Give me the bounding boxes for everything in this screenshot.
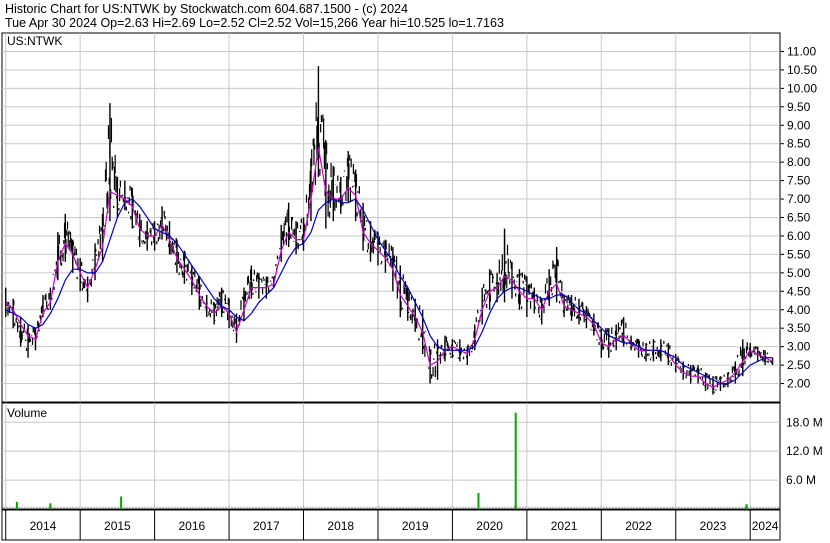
year-label: 2018 xyxy=(327,519,354,533)
year-label: 2014 xyxy=(30,519,57,533)
price-tick-label: 2.00 xyxy=(787,377,811,391)
price-tick-label: 10.50 xyxy=(787,63,817,77)
year-label: 2023 xyxy=(700,519,727,533)
price-tick-label: 5.00 xyxy=(787,266,811,280)
price-tick-label: 4.50 xyxy=(787,284,811,298)
year-label: 2021 xyxy=(551,519,578,533)
price-tick-label: 9.00 xyxy=(787,118,811,132)
price-tick-label: 10.00 xyxy=(787,81,817,95)
volume-panel-label: Volume xyxy=(7,406,47,420)
volume-tick-label: 6.0 M xyxy=(786,473,816,487)
price-tick-label: 7.00 xyxy=(787,192,811,206)
year-label: 2022 xyxy=(625,519,652,533)
price-tick-label: 6.50 xyxy=(787,211,811,225)
year-label: 2015 xyxy=(104,519,131,533)
price-tick-label: 7.50 xyxy=(787,174,811,188)
chart-title: Historic Chart for US:NTWK by Stockwatch… xyxy=(5,2,408,16)
historic-chart: Historic Chart for US:NTWK by Stockwatch… xyxy=(0,0,830,543)
price-tick-label: 5.50 xyxy=(787,247,811,261)
price-tick-label: 8.00 xyxy=(787,155,811,169)
volume-tick-label: 18.0 M xyxy=(786,415,823,429)
year-label: 2024 xyxy=(752,519,779,533)
year-label: 2016 xyxy=(178,519,205,533)
price-tick-label: 4.00 xyxy=(787,303,811,317)
price-tick-label: 2.50 xyxy=(787,358,811,372)
volume-tick-label: 12.0 M xyxy=(786,444,823,458)
volume-panel-frame xyxy=(1,402,781,510)
price-axis: 2.00 2.50 3.00 3.50 4.00 4.50 5.00 5.50 6.00 6.50… xyxy=(780,44,817,391)
price-tick-label: 3.00 xyxy=(787,340,811,354)
quote-summary: Tue Apr 30 2024 Op=2.63 Hi=2.69 Lo=2.52 … xyxy=(5,16,504,30)
price-tick-label: 3.50 xyxy=(787,321,811,335)
price-tick-label: 8.50 xyxy=(787,137,811,151)
price-panel-label: US:NTWK xyxy=(7,34,62,48)
price-tick-label: 6.00 xyxy=(787,229,811,243)
year-label: 2019 xyxy=(402,519,429,533)
year-label: 2020 xyxy=(476,519,503,533)
volume-axis: 6.0 M 12.0 M 18.0 M xyxy=(786,415,823,487)
price-tick-label: 9.50 xyxy=(787,100,811,114)
chart-canvas: Historic Chart for US:NTWK by Stockwatch… xyxy=(1,2,823,541)
price-tick-label: 11.00 xyxy=(787,44,816,58)
year-label: 2017 xyxy=(253,519,280,533)
